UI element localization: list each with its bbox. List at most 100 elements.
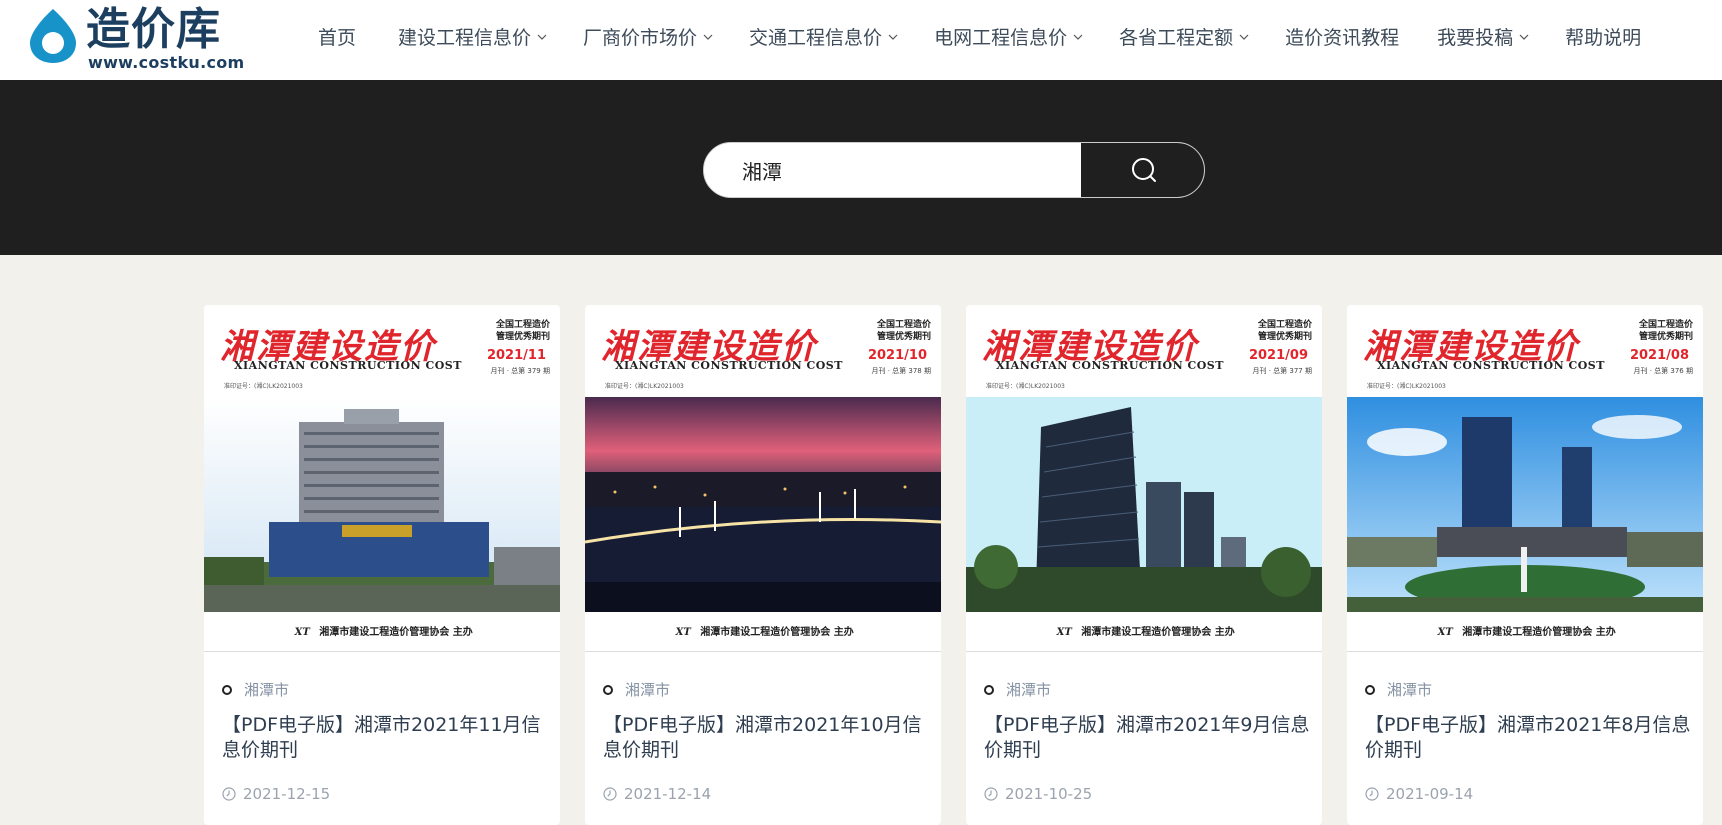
nav-item-vendor-price[interactable]: 厂商价市场价 (583, 23, 713, 50)
main-nav: 首页 建设工程信息价 厂商价市场价 交通工程信息价 电网工程信息价 各省工程定额… (318, 0, 1641, 72)
card-date: 2021-10-25 (984, 785, 1092, 803)
search-button[interactable] (1081, 143, 1204, 197)
card-category-label: 湘潭市 (244, 681, 290, 699)
clock-icon (1365, 787, 1379, 801)
card-title[interactable]: 【PDF电子版】湘潭市2021年9月信息价期刊 (984, 713, 1310, 763)
circle-icon (603, 684, 613, 695)
cover-tag-line: 全国工程造价 (495, 320, 550, 330)
cover-footer: XT 湘潭市建设工程造价管理协会 主办 (966, 623, 1322, 638)
cover-license: 准印证号：(湘C)LK2021003 (605, 383, 684, 390)
cover-divider (1347, 651, 1703, 652)
cover-photo-towers (966, 397, 1322, 612)
cover-footer: XT 湘潭市建设工程造价管理协会 主办 (585, 623, 941, 638)
card-category[interactable]: 湘潭市 (1365, 679, 1432, 700)
cover-issue: 2021/10 (867, 348, 927, 363)
card-date: 2021-12-14 (603, 785, 711, 803)
nav-item-home[interactable]: 首页 (318, 23, 356, 50)
card-category[interactable]: 湘潭市 (603, 679, 670, 700)
periodical-card[interactable]: 湘潭建设造价 XIANGTAN CONSTRUCTION COST 全国工程造价… (585, 305, 941, 825)
cover-tag-line: 全国工程造价 (876, 320, 931, 330)
card-title[interactable]: 【PDF电子版】湘潭市2021年10月信息价期刊 (603, 713, 929, 763)
cover-issue: 2021/11 (486, 348, 546, 363)
cover-tag-line: 全国工程造价 (1257, 320, 1312, 330)
search-input[interactable] (704, 143, 1081, 197)
periodical-card[interactable]: 湘潭建设造价 XIANGTAN CONSTRUCTION COST 全国工程造价… (1347, 305, 1703, 825)
nav-item-label: 交通工程信息价 (749, 26, 883, 49)
circle-icon (984, 684, 994, 695)
cover-divider (585, 651, 941, 652)
nav-item-label: 我要投稿 (1437, 26, 1514, 49)
chevron-down-icon (888, 34, 898, 40)
nav-item-label: 帮助说明 (1565, 26, 1642, 49)
nav-item-submit[interactable]: 我要投稿 (1437, 23, 1529, 50)
cover-footer: XT 湘潭市建设工程造价管理协会 主办 (1347, 623, 1703, 638)
cover-footer-mark: XT (294, 627, 310, 638)
cover-image[interactable]: 湘潭建设造价 XIANGTAN CONSTRUCTION COST 全国工程造价… (585, 305, 941, 661)
cover-footer: XT 湘潭市建设工程造价管理协会 主办 (204, 623, 560, 638)
nav-item-construction-price[interactable]: 建设工程信息价 (398, 23, 547, 50)
cover-image[interactable]: 湘潭建设造价 XIANGTAN CONSTRUCTION COST 全国工程造价… (966, 305, 1322, 661)
nav-item-help[interactable]: 帮助说明 (1565, 23, 1641, 50)
cover-footer-text: 湘潭市建设工程造价管理协会 主办 (700, 627, 854, 638)
chevron-down-icon (703, 34, 713, 40)
card-date: 2021-09-14 (1365, 785, 1473, 803)
cover-tag: 全国工程造价 管理优秀期刊 (1639, 319, 1693, 343)
logo-url: www.costku.com (88, 53, 245, 72)
circle-icon (1365, 684, 1375, 695)
nav-item-label: 首页 (318, 26, 357, 49)
chevron-down-icon (1519, 34, 1529, 40)
card-category[interactable]: 湘潭市 (984, 679, 1051, 700)
logo-text: 造价库 (86, 4, 221, 55)
cover-image[interactable]: 湘潭建设造价 XIANGTAN CONSTRUCTION COST 全国工程造价… (1347, 305, 1703, 661)
cover-subtitle: XIANGTAN CONSTRUCTION COST (1377, 359, 1605, 372)
card-date: 2021-12-15 (222, 785, 330, 803)
cover-issue-sub: 月刊 · 总第 376 期 (1633, 367, 1694, 375)
search-band (0, 80, 1722, 255)
cover-license: 准印证号：(湘C)LK2021003 (224, 383, 303, 390)
cover-photo-plaza (1347, 397, 1703, 612)
nav-item-provincial-quota[interactable]: 各省工程定额 (1119, 23, 1249, 50)
cover-image[interactable]: 湘潭建设造价 XIANGTAN CONSTRUCTION COST 全国工程造价… (204, 305, 560, 661)
nav-item-grid-price[interactable]: 电网工程信息价 (934, 23, 1083, 50)
nav-item-label: 厂商价市场价 (583, 26, 698, 49)
cover-tag: 全国工程造价 管理优秀期刊 (496, 319, 550, 343)
cover-license: 准印证号：(湘C)LK2021003 (986, 383, 1065, 390)
cover-tag-line: 管理优秀期刊 (495, 332, 550, 342)
card-date-text: 2021-10-25 (1005, 785, 1093, 803)
cover-photo-bridge (585, 397, 941, 612)
cover-license: 准印证号：(湘C)LK2021003 (1367, 383, 1446, 390)
nav-item-label: 电网工程信息价 (934, 26, 1068, 49)
periodical-card[interactable]: 湘潭建设造价 XIANGTAN CONSTRUCTION COST 全国工程造价… (204, 305, 560, 825)
nav-item-label: 各省工程定额 (1119, 26, 1234, 49)
chevron-down-icon (1239, 34, 1249, 40)
card-date-text: 2021-12-15 (243, 785, 331, 803)
clock-icon (222, 787, 236, 801)
periodical-card[interactable]: 湘潭建设造价 XIANGTAN CONSTRUCTION COST 全国工程造价… (966, 305, 1322, 825)
card-title[interactable]: 【PDF电子版】湘潭市2021年8月信息价期刊 (1365, 713, 1691, 763)
cover-divider (966, 651, 1322, 652)
clock-icon (603, 787, 617, 801)
chevron-down-icon (537, 34, 547, 40)
card-title[interactable]: 【PDF电子版】湘潭市2021年11月信息价期刊 (222, 713, 548, 763)
nav-item-label: 造价资讯教程 (1285, 26, 1400, 49)
nav-item-tutorials[interactable]: 造价资讯教程 (1285, 23, 1399, 50)
site-logo[interactable]: 造价库 www.costku.com (24, 5, 264, 73)
cover-footer-mark: XT (675, 627, 691, 638)
chevron-down-icon (1073, 34, 1083, 40)
card-category-label: 湘潭市 (1006, 681, 1052, 699)
cover-issue-sub: 月刊 · 总第 379 期 (490, 367, 551, 375)
cover-tag-line: 管理优秀期刊 (1638, 332, 1693, 342)
cover-tag-line: 全国工程造价 (1638, 320, 1693, 330)
cover-footer-mark: XT (1056, 627, 1072, 638)
circle-icon (222, 684, 232, 695)
cover-subtitle: XIANGTAN CONSTRUCTION COST (615, 359, 843, 372)
cover-divider (204, 651, 560, 652)
cover-footer-text: 湘潭市建设工程造价管理协会 主办 (1462, 627, 1616, 638)
card-category[interactable]: 湘潭市 (222, 679, 289, 700)
card-category-label: 湘潭市 (1387, 681, 1433, 699)
nav-item-traffic-price[interactable]: 交通工程信息价 (749, 23, 898, 50)
logo-drop-icon (30, 9, 76, 63)
cover-footer-text: 湘潭市建设工程造价管理协会 主办 (1081, 627, 1235, 638)
cover-tag: 全国工程造价 管理优秀期刊 (877, 319, 931, 343)
cover-subtitle: XIANGTAN CONSTRUCTION COST (996, 359, 1224, 372)
